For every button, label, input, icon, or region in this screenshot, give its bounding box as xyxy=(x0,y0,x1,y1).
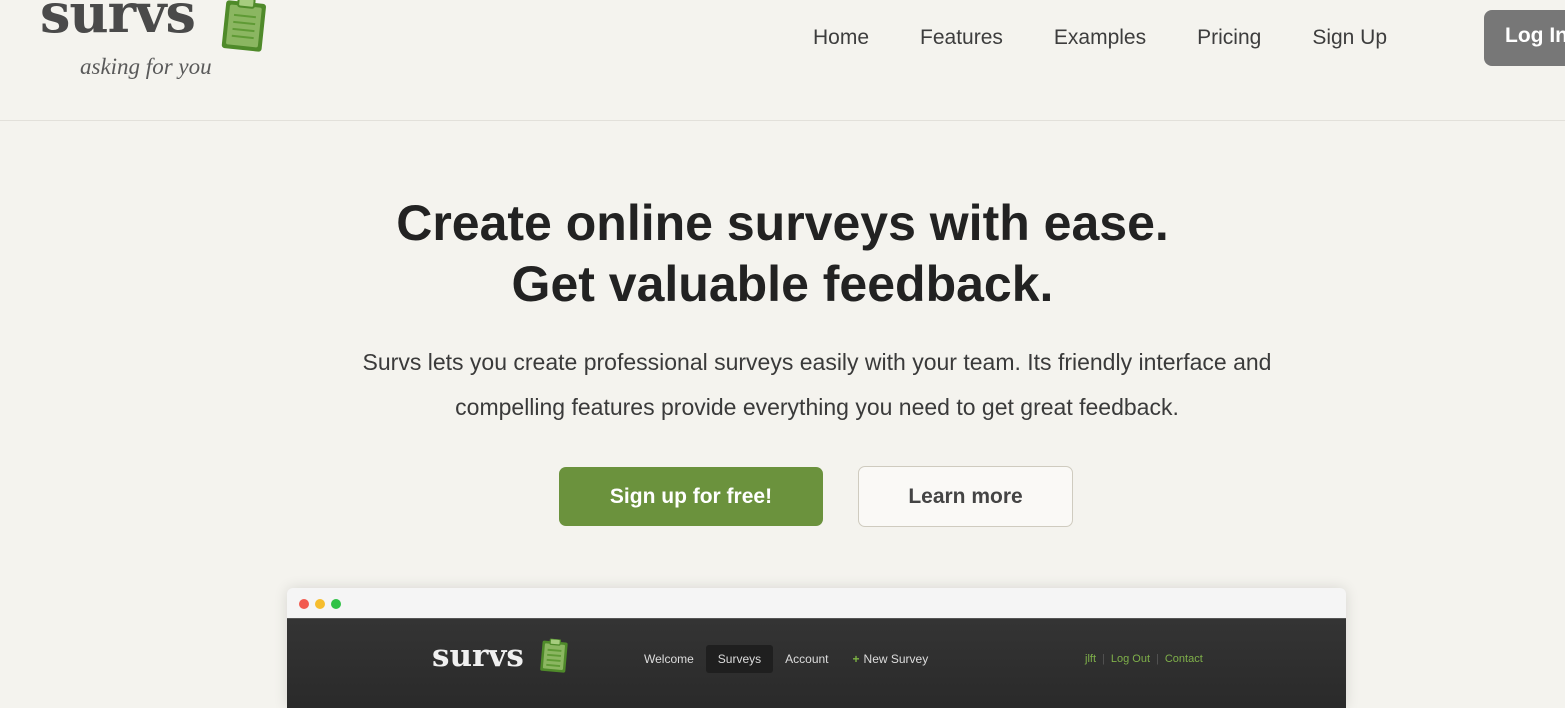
plus-icon: + xyxy=(852,652,860,666)
preview-user-links: jlft | Log Out | Contact xyxy=(1085,653,1203,665)
preview-new-survey-label: New Survey xyxy=(863,652,929,666)
hero-title-line-1: Create online surveys with ease. xyxy=(396,195,1169,251)
nav-features[interactable]: Features xyxy=(920,26,1003,50)
window-controls xyxy=(299,599,347,609)
site-header: survs asking for you Home Features Examp… xyxy=(0,0,1565,121)
divider: | xyxy=(1102,653,1105,665)
minimize-dot-icon xyxy=(315,599,325,609)
nav-home[interactable]: Home xyxy=(813,26,869,50)
app-preview-window: survs Welcome Surveys Account + New Surve… xyxy=(287,588,1346,708)
preview-app-header: survs Welcome Surveys Account + New Surve… xyxy=(287,618,1346,708)
preview-clipboard-icon xyxy=(540,638,568,673)
maximize-dot-icon xyxy=(331,599,341,609)
preview-nav: Welcome Surveys Account + New Survey xyxy=(632,645,940,673)
nav-pricing[interactable]: Pricing xyxy=(1197,26,1261,50)
preview-logo: survs xyxy=(432,638,524,674)
hero-title-line-2: Get valuable feedback. xyxy=(511,256,1054,312)
preview-log-out: Log Out xyxy=(1110,653,1150,665)
hero-subtitle-line-2: compelling features provide everything y… xyxy=(455,394,1179,420)
logo[interactable]: survs xyxy=(40,0,196,45)
preview-user-name: jlft xyxy=(1085,653,1096,665)
preview-nav-surveys: Surveys xyxy=(705,645,774,673)
preview-nav-new-survey: + New Survey xyxy=(841,645,941,673)
login-button[interactable]: Log In xyxy=(1484,10,1565,66)
learn-more-button[interactable]: Learn more xyxy=(858,466,1073,527)
clipboard-icon xyxy=(221,0,266,52)
sign-up-free-button[interactable]: Sign up for free! xyxy=(559,467,823,526)
hero-subtitle: Survs lets you create professional surve… xyxy=(282,340,1352,430)
hero-title: Create online surveys with ease. Get val… xyxy=(0,193,1565,315)
preview-nav-account: Account xyxy=(785,652,829,666)
logo-tagline: asking for you xyxy=(80,54,212,79)
main-nav: Home Features Examples Pricing Sign Up xyxy=(813,26,1438,50)
preview-nav-welcome: Welcome xyxy=(644,652,694,666)
preview-contact: Contact xyxy=(1164,653,1203,665)
nav-sign-up[interactable]: Sign Up xyxy=(1312,26,1387,50)
hero-subtitle-line-1: Survs lets you create professional surve… xyxy=(362,349,1272,375)
logo-wordmark: survs xyxy=(40,0,196,45)
divider: | xyxy=(1156,653,1159,665)
nav-examples[interactable]: Examples xyxy=(1054,26,1146,50)
close-dot-icon xyxy=(299,599,309,609)
